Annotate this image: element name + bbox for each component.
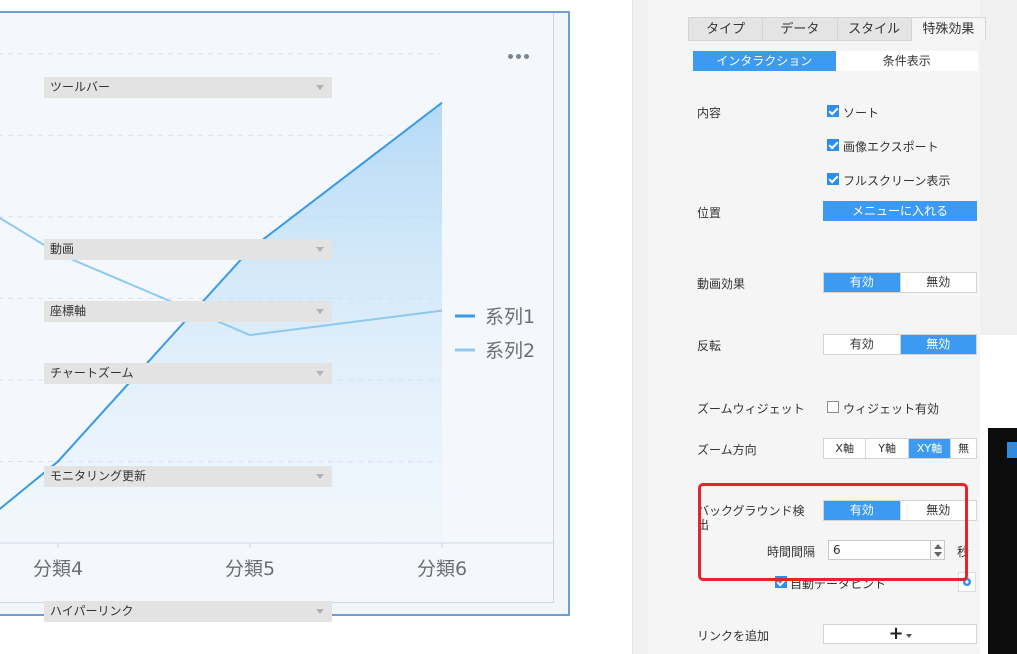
- section-toolbar[interactable]: ツールバー: [44, 77, 332, 98]
- zoom-none-option[interactable]: 無: [950, 439, 976, 458]
- image-export-checkbox[interactable]: [827, 139, 839, 151]
- chevron-down-icon: [316, 371, 324, 376]
- zoom-widget-checkbox-label: ウィジェット有効: [843, 402, 940, 416]
- legend-item[interactable]: 系列1: [455, 306, 535, 328]
- plus-icon: +: [888, 623, 904, 644]
- chevron-down-icon: [316, 474, 324, 479]
- dark-side-panel: [988, 428, 1017, 654]
- subtab-interaction[interactable]: インタラクション: [693, 51, 836, 71]
- legend-label: 系列1: [485, 306, 535, 328]
- tab-bar: タイプ データ スタイル 特殊効果: [688, 17, 986, 41]
- position-select[interactable]: メニューに入れる: [823, 201, 977, 221]
- image-export-label: 画像エクスポート: [843, 140, 939, 154]
- animation-off-option[interactable]: 無効: [899, 273, 977, 292]
- chevron-down-icon: [316, 309, 324, 314]
- fullscreen-label: フルスクリーン表示: [843, 174, 951, 188]
- subtab-conditional-display[interactable]: 条件表示: [835, 51, 978, 71]
- chevron-down-icon: [316, 609, 324, 614]
- section-monitoring-refresh[interactable]: モニタリング更新: [44, 466, 332, 487]
- legend-label: 系列2: [485, 340, 535, 362]
- section-animation[interactable]: 動画: [44, 239, 332, 260]
- section-axis[interactable]: 座標軸: [44, 301, 332, 322]
- tab-type[interactable]: タイプ: [688, 17, 764, 41]
- panel-gutter: [632, 0, 648, 654]
- section-hyperlink-title: ハイパーリンク: [50, 604, 134, 618]
- zoom-widget-checkbox[interactable]: [827, 401, 839, 413]
- x-tick-label: 分類5: [225, 558, 275, 580]
- x-tick-label: 分類6: [417, 558, 467, 580]
- invert-off-option[interactable]: 無効: [899, 335, 976, 354]
- zoom-widget-label: ズームウィジェット: [697, 402, 805, 416]
- zoom-x-option[interactable]: X軸: [824, 439, 865, 458]
- section-toolbar-title: ツールバー: [50, 80, 111, 94]
- right-edge-area: [980, 0, 1017, 335]
- tab-data[interactable]: データ: [763, 17, 838, 41]
- add-link-label: リンクを追加: [697, 629, 770, 643]
- fullscreen-checkbox[interactable]: [827, 173, 839, 185]
- x-tick-label: 分類4: [33, 558, 83, 580]
- tab-special-effects[interactable]: 特殊効果: [911, 17, 986, 41]
- add-link-button[interactable]: +: [823, 624, 977, 644]
- more-options-icon[interactable]: [508, 51, 532, 63]
- section-zoom-title: チャートズーム: [50, 366, 134, 380]
- zoom-y-option[interactable]: Y軸: [865, 439, 907, 458]
- side-panel-accent: [1007, 442, 1017, 458]
- chevron-down-icon: [316, 85, 324, 90]
- section-monitor-title: モニタリング更新: [50, 469, 147, 483]
- invert-label: 反転: [697, 339, 722, 353]
- highlight-box: [698, 483, 968, 581]
- invert-on-option[interactable]: 有効: [824, 335, 900, 354]
- invert-toggle: 有効 無効: [823, 334, 977, 355]
- animation-effect-label: 動画効果: [697, 277, 746, 291]
- section-chart-zoom[interactable]: チャートズーム: [44, 363, 332, 384]
- legend-item[interactable]: 系列2: [455, 340, 535, 362]
- zoom-xy-option[interactable]: XY軸: [907, 439, 951, 458]
- tab-style[interactable]: スタイル: [837, 17, 912, 41]
- animation-on-option[interactable]: 有効: [824, 273, 900, 292]
- section-animation-title: 動画: [50, 242, 75, 256]
- sort-checkbox[interactable]: [827, 105, 839, 117]
- section-axis-title: 座標軸: [50, 304, 87, 318]
- dropdown-arrow-icon: [905, 633, 912, 638]
- toolbar-content-label: 内容: [697, 106, 722, 120]
- zoom-direction-toggle: X軸 Y軸 XY軸 無: [823, 438, 977, 459]
- section-hyperlink[interactable]: ハイパーリンク: [44, 601, 332, 622]
- toolbar-position-label: 位置: [697, 206, 722, 220]
- animation-effect-toggle: 有効 無効: [823, 272, 977, 293]
- zoom-direction-label: ズーム方向: [697, 443, 757, 457]
- subtab-bar: インタラクション 条件表示: [693, 51, 978, 71]
- sort-label: ソート: [843, 106, 880, 120]
- chevron-down-icon: [316, 247, 324, 252]
